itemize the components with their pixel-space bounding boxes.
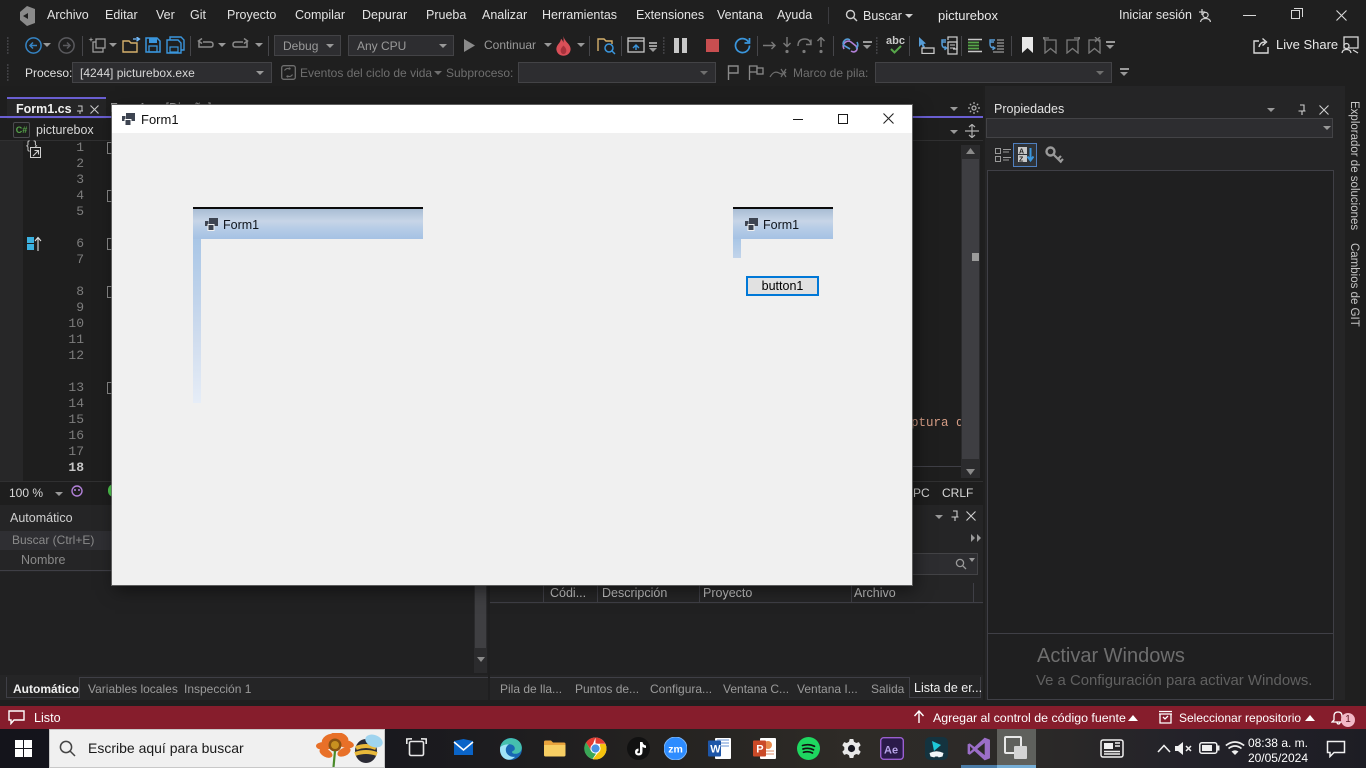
svg-text:Z: Z (1019, 157, 1024, 164)
svg-text:A: A (1019, 149, 1024, 156)
svg-text:Ae: Ae (884, 745, 898, 757)
svg-text:zm: zm (668, 744, 683, 756)
svg-text:P: P (756, 744, 763, 756)
svg-text:W: W (710, 744, 721, 756)
